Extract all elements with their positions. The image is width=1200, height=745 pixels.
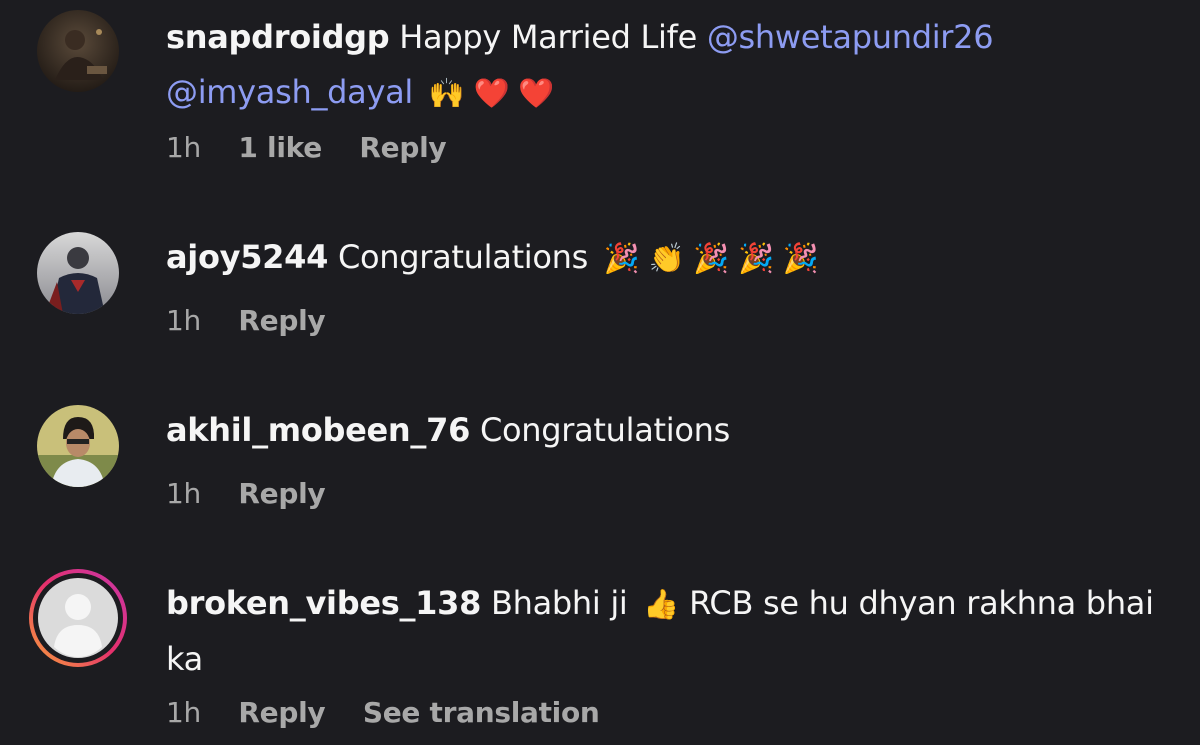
comment-username[interactable]: broken_vibes_138 — [166, 584, 481, 622]
comment-username[interactable]: akhil_mobeen_76 — [166, 411, 470, 449]
comment-emojis: 🙌 ❤️ ❤️ — [428, 76, 555, 110]
likes-count-link[interactable]: 1 like — [238, 131, 322, 164]
avatar[interactable] — [37, 405, 119, 487]
comment-meta: 1h 1 like Reply — [166, 131, 474, 164]
reply-button[interactable]: Reply — [238, 304, 325, 337]
comment-text: Congratulations — [479, 411, 731, 449]
comment-time: 1h — [166, 304, 201, 337]
comment-username[interactable]: snapdroidgp — [166, 18, 390, 56]
comment-text: Happy Married Life — [399, 18, 697, 56]
comment-username[interactable]: ajoy5244 — [166, 238, 328, 276]
comment-body: akhil_mobeen_76 Congratulations — [166, 403, 1160, 458]
comment-emojis: 🎉 👏 🎉 🎉 🎉 — [603, 241, 819, 275]
comment-time: 1h — [166, 131, 201, 164]
avatar[interactable] — [27, 567, 129, 669]
comment-meta: 1h Reply See translation — [166, 696, 628, 729]
reply-button[interactable]: Reply — [238, 696, 325, 729]
comments-list: snapdroidgp Happy Married Life @shwetapu… — [0, 0, 1200, 745]
comment-body: broken_vibes_138 Bhabhi ji 👍 RCB se hu d… — [166, 576, 1160, 687]
avatar[interactable] — [37, 10, 119, 92]
reply-button[interactable]: Reply — [238, 477, 325, 510]
comment-meta: 1h Reply — [166, 477, 353, 510]
comment-time: 1h — [166, 696, 201, 729]
thumbs-up-icon: 👍 — [643, 587, 680, 621]
mention-link[interactable]: @shwetapundir26 — [707, 18, 994, 56]
comment-body: ajoy5244 Congratulations 🎉 👏 🎉 🎉 🎉 — [166, 230, 1160, 286]
comment-time: 1h — [166, 477, 201, 510]
reply-button[interactable]: Reply — [359, 131, 446, 164]
comment-text: Congratulations — [337, 238, 589, 276]
comment-text: Bhabhi ji — [490, 584, 628, 622]
comment-meta: 1h Reply — [166, 304, 353, 337]
see-translation-link[interactable]: See translation — [363, 696, 600, 729]
comment-body: snapdroidgp Happy Married Life @shwetapu… — [166, 10, 1160, 121]
mention-link[interactable]: @imyash_dayal — [166, 73, 413, 111]
avatar[interactable] — [37, 232, 119, 314]
